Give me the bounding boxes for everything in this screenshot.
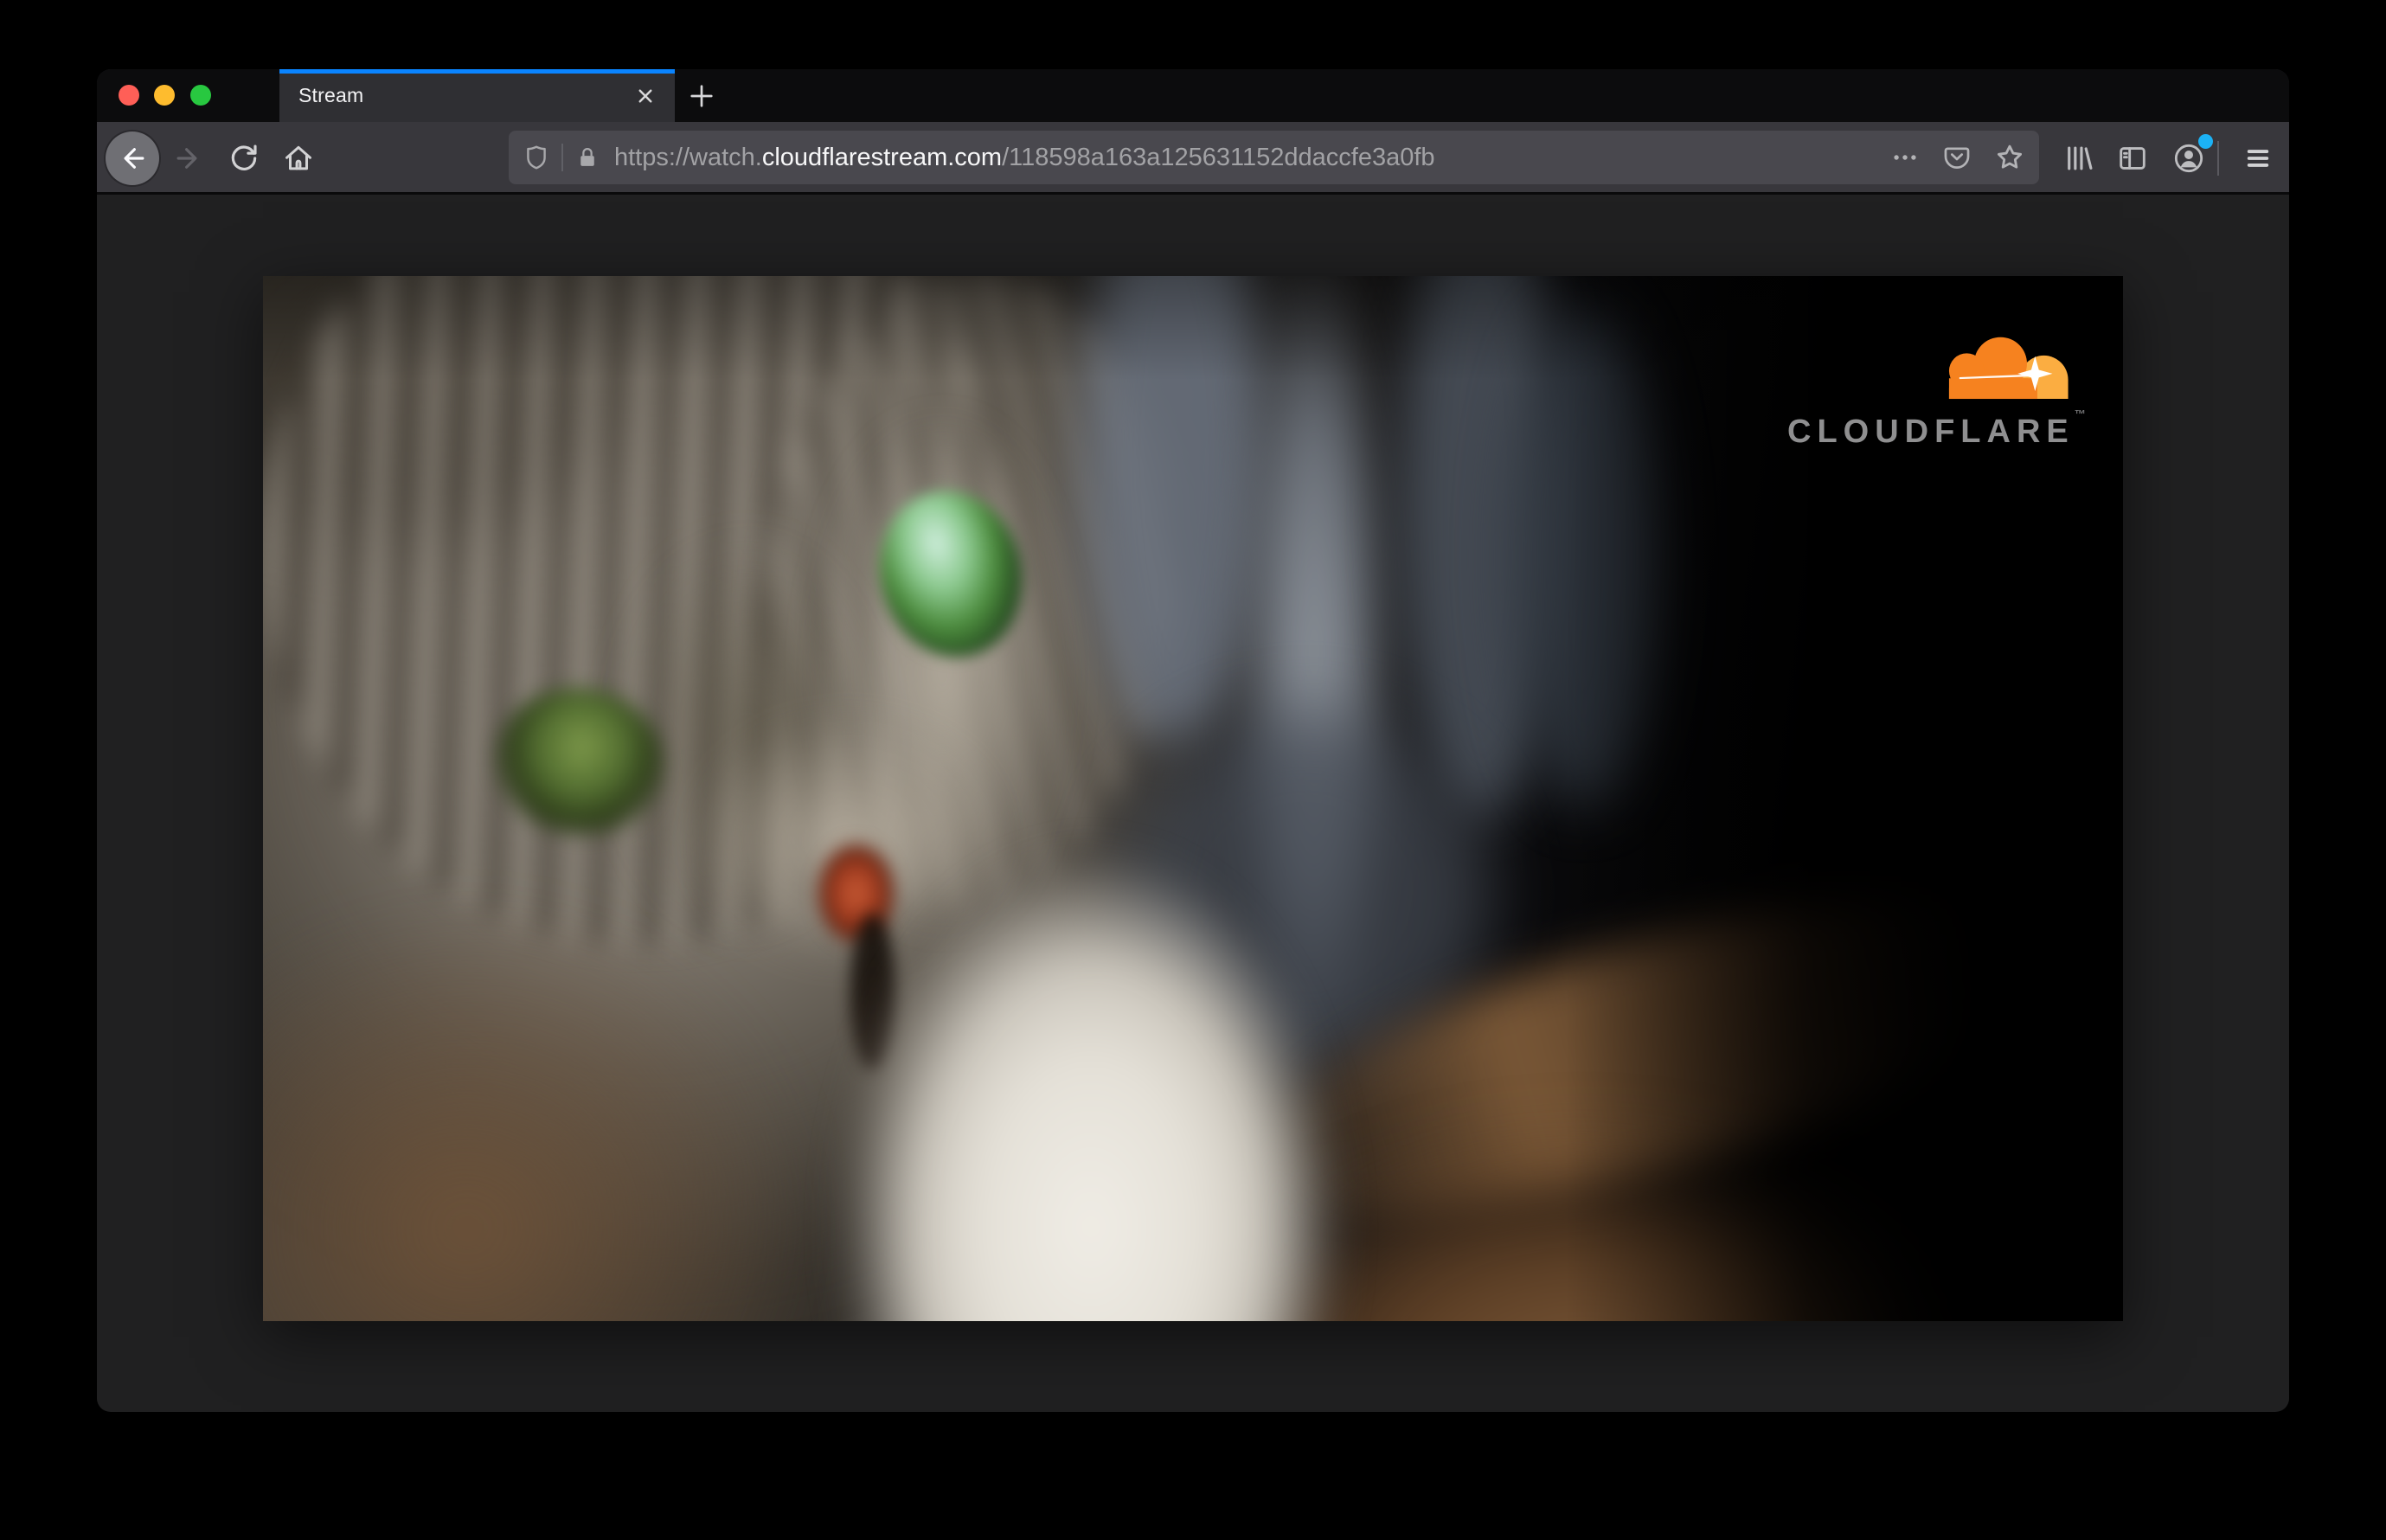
notification-dot bbox=[2198, 134, 2213, 149]
url-path: /118598a163a125631152ddaccfe3a0fb bbox=[1002, 143, 1435, 171]
navigation-toolbar: https://watch.cloudflarestream.com/11859… bbox=[97, 122, 2289, 195]
library-icon[interactable] bbox=[2051, 132, 2105, 185]
account-icon[interactable] bbox=[2162, 132, 2216, 185]
back-button[interactable] bbox=[106, 132, 159, 185]
url-scheme: https://watch. bbox=[614, 143, 762, 171]
tracking-protection-shield-icon[interactable] bbox=[523, 144, 550, 171]
toolbar-divider bbox=[2217, 141, 2219, 176]
minimize-window-button[interactable] bbox=[154, 85, 175, 106]
desktop-background: Stream https://watch.cloudflarestream.co… bbox=[0, 0, 2386, 1540]
arrow-right-icon bbox=[176, 148, 197, 169]
active-tab-indicator bbox=[279, 69, 675, 74]
urlbar-divider bbox=[561, 144, 563, 171]
home-icon bbox=[285, 145, 311, 170]
bookmark-star-icon[interactable] bbox=[1994, 142, 2025, 173]
tab-title: Stream bbox=[298, 84, 364, 106]
lock-icon[interactable] bbox=[574, 144, 600, 170]
refresh-icon bbox=[231, 144, 257, 170]
page-content: CLOUDFLARE™ bbox=[97, 195, 2289, 1409]
arrow-left-icon bbox=[124, 148, 144, 169]
cloudflare-cloud-icon bbox=[1948, 337, 2069, 400]
reload-button[interactable] bbox=[217, 132, 271, 185]
new-tab-button[interactable] bbox=[675, 78, 728, 114]
video-player[interactable]: CLOUDFLARE™ bbox=[263, 276, 2123, 1321]
pocket-icon[interactable] bbox=[1942, 143, 1972, 172]
page-actions-icon[interactable] bbox=[1890, 143, 1920, 172]
forward-button[interactable] bbox=[162, 132, 215, 185]
url-text[interactable]: https://watch.cloudflarestream.com/11859… bbox=[614, 144, 1880, 172]
home-button[interactable] bbox=[272, 132, 325, 185]
browser-window: Stream https://watch.cloudflarestream.co… bbox=[97, 69, 2289, 1412]
maximize-window-button[interactable] bbox=[190, 85, 211, 106]
tab-close-icon[interactable] bbox=[628, 79, 663, 113]
titlebar[interactable]: Stream bbox=[97, 69, 2289, 122]
cloudflare-logo: CLOUDFLARE™ bbox=[1787, 321, 2086, 451]
sidebar-icon[interactable] bbox=[2106, 132, 2159, 185]
cloudflare-wordmark: CLOUDFLARE™ bbox=[1787, 407, 2086, 450]
close-window-button[interactable] bbox=[119, 85, 139, 106]
address-bar[interactable]: https://watch.cloudflarestream.com/11859… bbox=[509, 131, 2039, 184]
url-domain: cloudflarestream.com bbox=[761, 143, 1003, 171]
menu-icon[interactable] bbox=[2231, 132, 2285, 185]
tab-stream[interactable]: Stream bbox=[279, 69, 675, 122]
